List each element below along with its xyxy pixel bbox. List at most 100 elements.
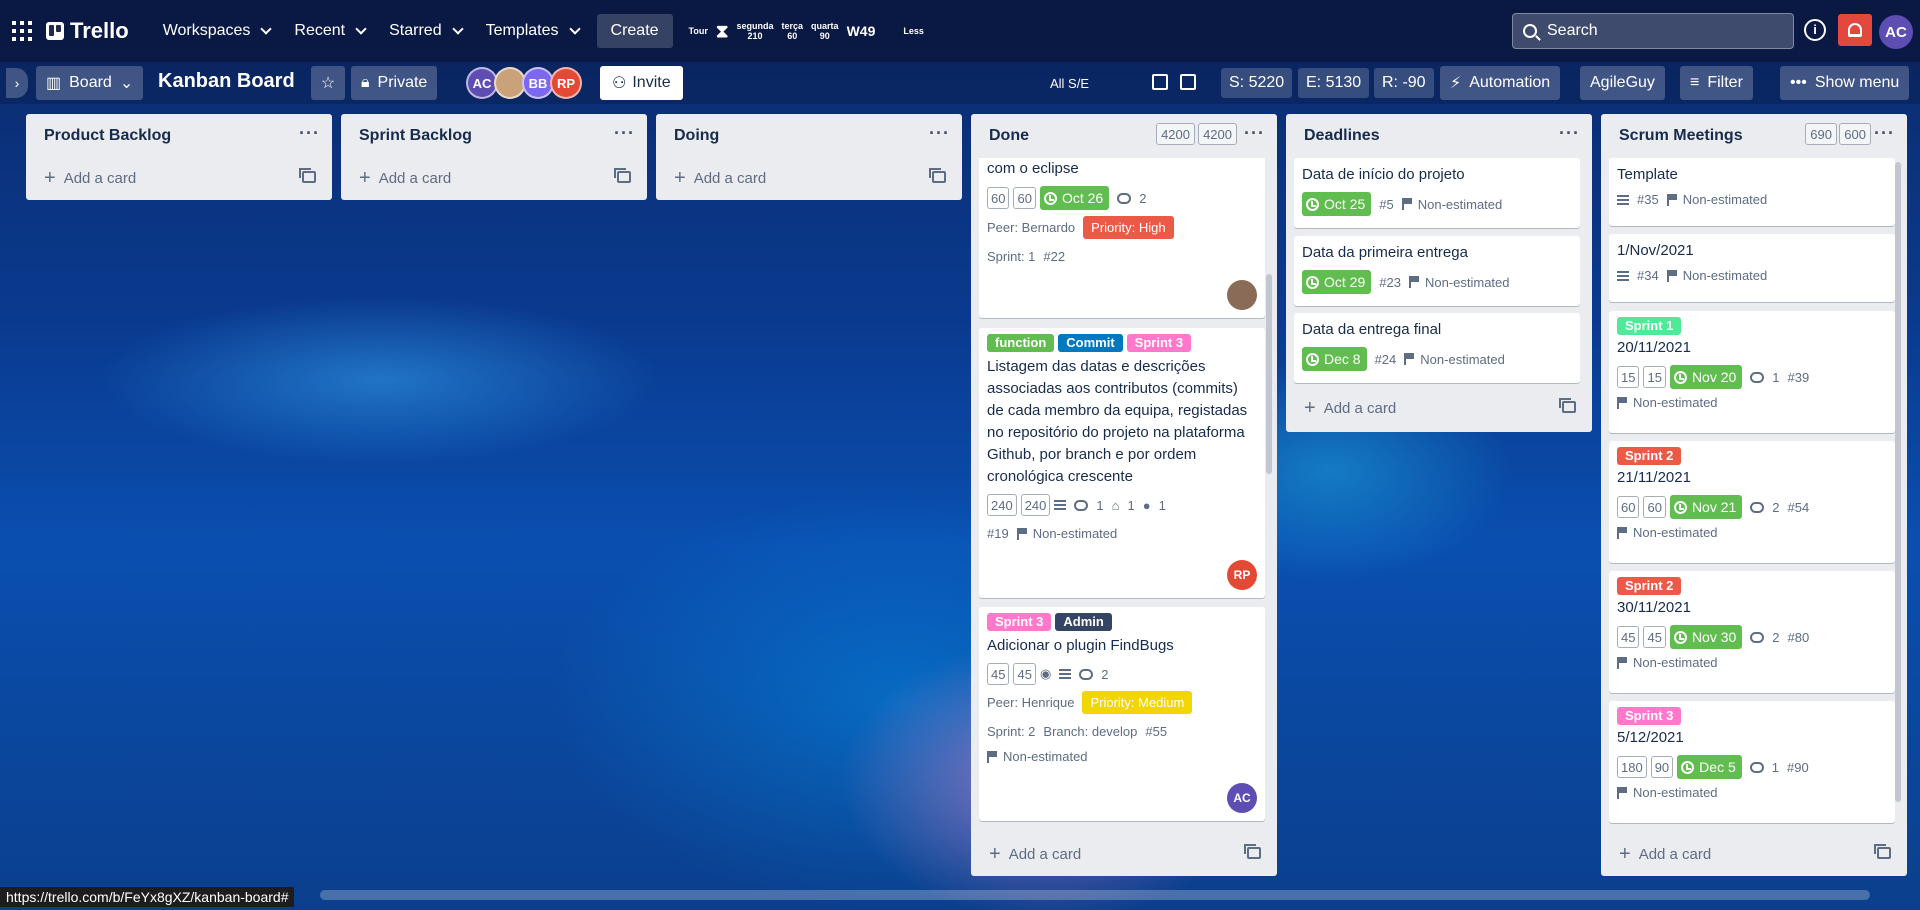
table-view-icon[interactable] [1152,74,1168,90]
board-title[interactable]: Kanban Board [158,70,295,93]
nav-workspaces[interactable]: Workspaces [151,14,283,48]
day-value: 210 [747,31,763,41]
card[interactable]: Sprint 2 30/11/2021 45 45 Nov 30 2 #80 N… [1609,571,1895,693]
card-list: com o eclipse 60 60 Oct 26 2 Peer: Berna… [971,158,1277,834]
list-title[interactable]: Scrum Meetings [1619,127,1743,145]
card[interactable]: Sprint 3 Admin Adicionar o plugin FindBug… [979,607,1265,821]
list-title[interactable]: Product Backlog [44,127,171,145]
powerup-widgets[interactable]: Tour ⧗ segunda 210 terça 60 quarta 90 W49 L… [689,21,924,41]
app-switcher-icon[interactable] [10,19,34,43]
comment-count: 2 [1101,666,1109,682]
tour-widget[interactable]: Tour [689,26,708,36]
list-title[interactable]: Done [989,127,1029,145]
create-button[interactable]: Create [596,14,673,48]
board-horizontal-scrollbar[interactable] [320,890,1870,900]
member-avatar[interactable]: RP [550,67,582,99]
card[interactable]: Data da primeira entrega Oct 29 #23 Non-… [1294,236,1580,306]
due-date-badge[interactable]: Nov 20 [1669,365,1743,389]
add-card-button[interactable]: + Add a card [1601,834,1907,874]
add-card-button[interactable]: + Add a card [26,158,332,198]
due-date-badge[interactable]: Nov 30 [1669,625,1743,649]
member-avatar[interactable]: RP [1227,560,1257,590]
card-badges: 45 45 Nov 30 2 #80 [1617,625,1887,649]
card[interactable]: Data de início do projeto Oct 25 #5 Non-… [1294,158,1580,228]
card[interactable]: Data da entrega final Dec 8 #24 Non-esti… [1294,313,1580,383]
chart-icon[interactable] [1180,74,1196,90]
list-header[interactable]: Sprint Backlog ··· [341,114,647,158]
due-date-badge[interactable]: Dec 8 [1302,347,1367,371]
search-box[interactable]: Search [1512,13,1794,49]
add-card-button[interactable]: + Add a card [341,158,647,198]
list-header[interactable]: Scrum Meetings 690 600 ··· [1601,114,1907,158]
list-menu-icon[interactable]: ··· [1559,123,1580,144]
show-menu-button[interactable]: ••• Show menu [1780,66,1910,100]
card-template-icon[interactable] [929,168,946,183]
visibility-button[interactable]: 🔒︎ Private [351,66,438,100]
list-header[interactable]: Product Backlog ··· [26,114,332,158]
brand-name: Trello [70,18,129,43]
agileguy-button[interactable]: AgileGuy [1580,66,1665,100]
nav-starred[interactable]: Starred [377,14,473,48]
sidebar-toggle-icon[interactable]: › [6,68,28,98]
card[interactable]: Sprint 3 5/12/2021 180 90 Dec 5 1 #90 No… [1609,701,1895,823]
add-card-button[interactable]: + Add a card [971,834,1277,874]
list-title[interactable]: Deadlines [1304,127,1380,145]
list-title[interactable]: Doing [674,127,719,145]
card[interactable]: Sprint 2 21/11/2021 60 60 Nov 21 2 #54 N… [1609,441,1895,563]
list-estimate-total: 4200 [1156,123,1195,145]
due-date: Oct 26 [1061,190,1104,206]
comment-icon [1749,761,1764,773]
card-template-icon[interactable] [1874,844,1891,859]
info-icon[interactable]: i [1804,19,1826,41]
list-header[interactable]: Deadlines ··· [1286,114,1592,158]
card-template-icon[interactable] [1559,398,1576,413]
add-card-label: Add a card [693,169,767,187]
card-number: #80 [1787,629,1810,645]
comment-count: 1 [1771,759,1779,775]
star-button[interactable]: ☆ [311,66,345,100]
card[interactable]: Template #35 Non-estimated [1609,158,1895,226]
nav-recent[interactable]: Recent [282,14,377,48]
filter-icon: ≡ [1690,74,1700,91]
list-scrollbar[interactable] [1266,274,1272,474]
list-title[interactable]: Sprint Backlog [359,127,472,145]
estimate-status: Non-estimated [1032,526,1118,541]
due-date-badge[interactable]: Dec 5 [1677,755,1742,779]
day-name: quarta [811,21,839,31]
estimate-scope[interactable]: All S/E [1050,76,1089,91]
card-template-icon[interactable] [1244,844,1261,859]
card-template-icon[interactable] [299,168,316,183]
board-view-switcher[interactable]: ▥ Board ⌄ [36,66,144,100]
card[interactable]: 1/Nov/2021 #34 Non-estimated [1609,234,1895,302]
notifications-button[interactable] [1838,14,1872,46]
list-header[interactable]: Done 4200 4200 ··· [971,114,1277,158]
add-card-button[interactable]: + Add a card [1286,388,1592,428]
due-date-badge[interactable]: Oct 26 [1039,186,1110,210]
list-scrollbar[interactable] [1895,162,1901,802]
nav-templates[interactable]: Templates [474,14,591,48]
list-menu-icon[interactable]: ··· [1244,123,1265,144]
due-date-badge[interactable]: Oct 29 [1302,270,1372,294]
list-menu-icon[interactable]: ··· [299,123,320,144]
invite-button[interactable]: ⚇ Invite [600,66,683,100]
list-header[interactable]: Doing ··· [656,114,962,158]
less-toggle[interactable]: Less [903,26,924,36]
list-menu-icon[interactable]: ··· [614,123,635,144]
list-menu-icon[interactable]: ··· [929,123,950,144]
card-template-icon[interactable] [614,168,631,183]
add-card-button[interactable]: + Add a card [656,158,962,198]
due-date-badge[interactable]: Nov 21 [1669,495,1743,519]
user-avatar[interactable]: AC [1879,15,1913,49]
list-menu-icon[interactable]: ··· [1874,123,1895,144]
member-avatar-photo[interactable] [1227,280,1257,310]
chevron-down-icon [568,23,581,35]
automation-button[interactable]: ⚡︎ Automation [1440,66,1561,100]
card[interactable]: com o eclipse 60 60 Oct 26 2 Peer: Berna… [979,158,1265,318]
due-date-badge[interactable]: Oct 25 [1302,192,1372,216]
filter-button[interactable]: ≡ Filter [1680,66,1753,100]
trello-logo[interactable]: Trello [46,18,129,44]
spent-badge: 60 [1013,187,1036,209]
card[interactable]: function Commit Sprint 3 Listagem das data… [979,328,1265,598]
card[interactable]: Sprint 1 20/11/2021 15 15 Nov 20 1 #39 N… [1609,311,1895,433]
member-avatar[interactable]: AC [1227,783,1257,813]
